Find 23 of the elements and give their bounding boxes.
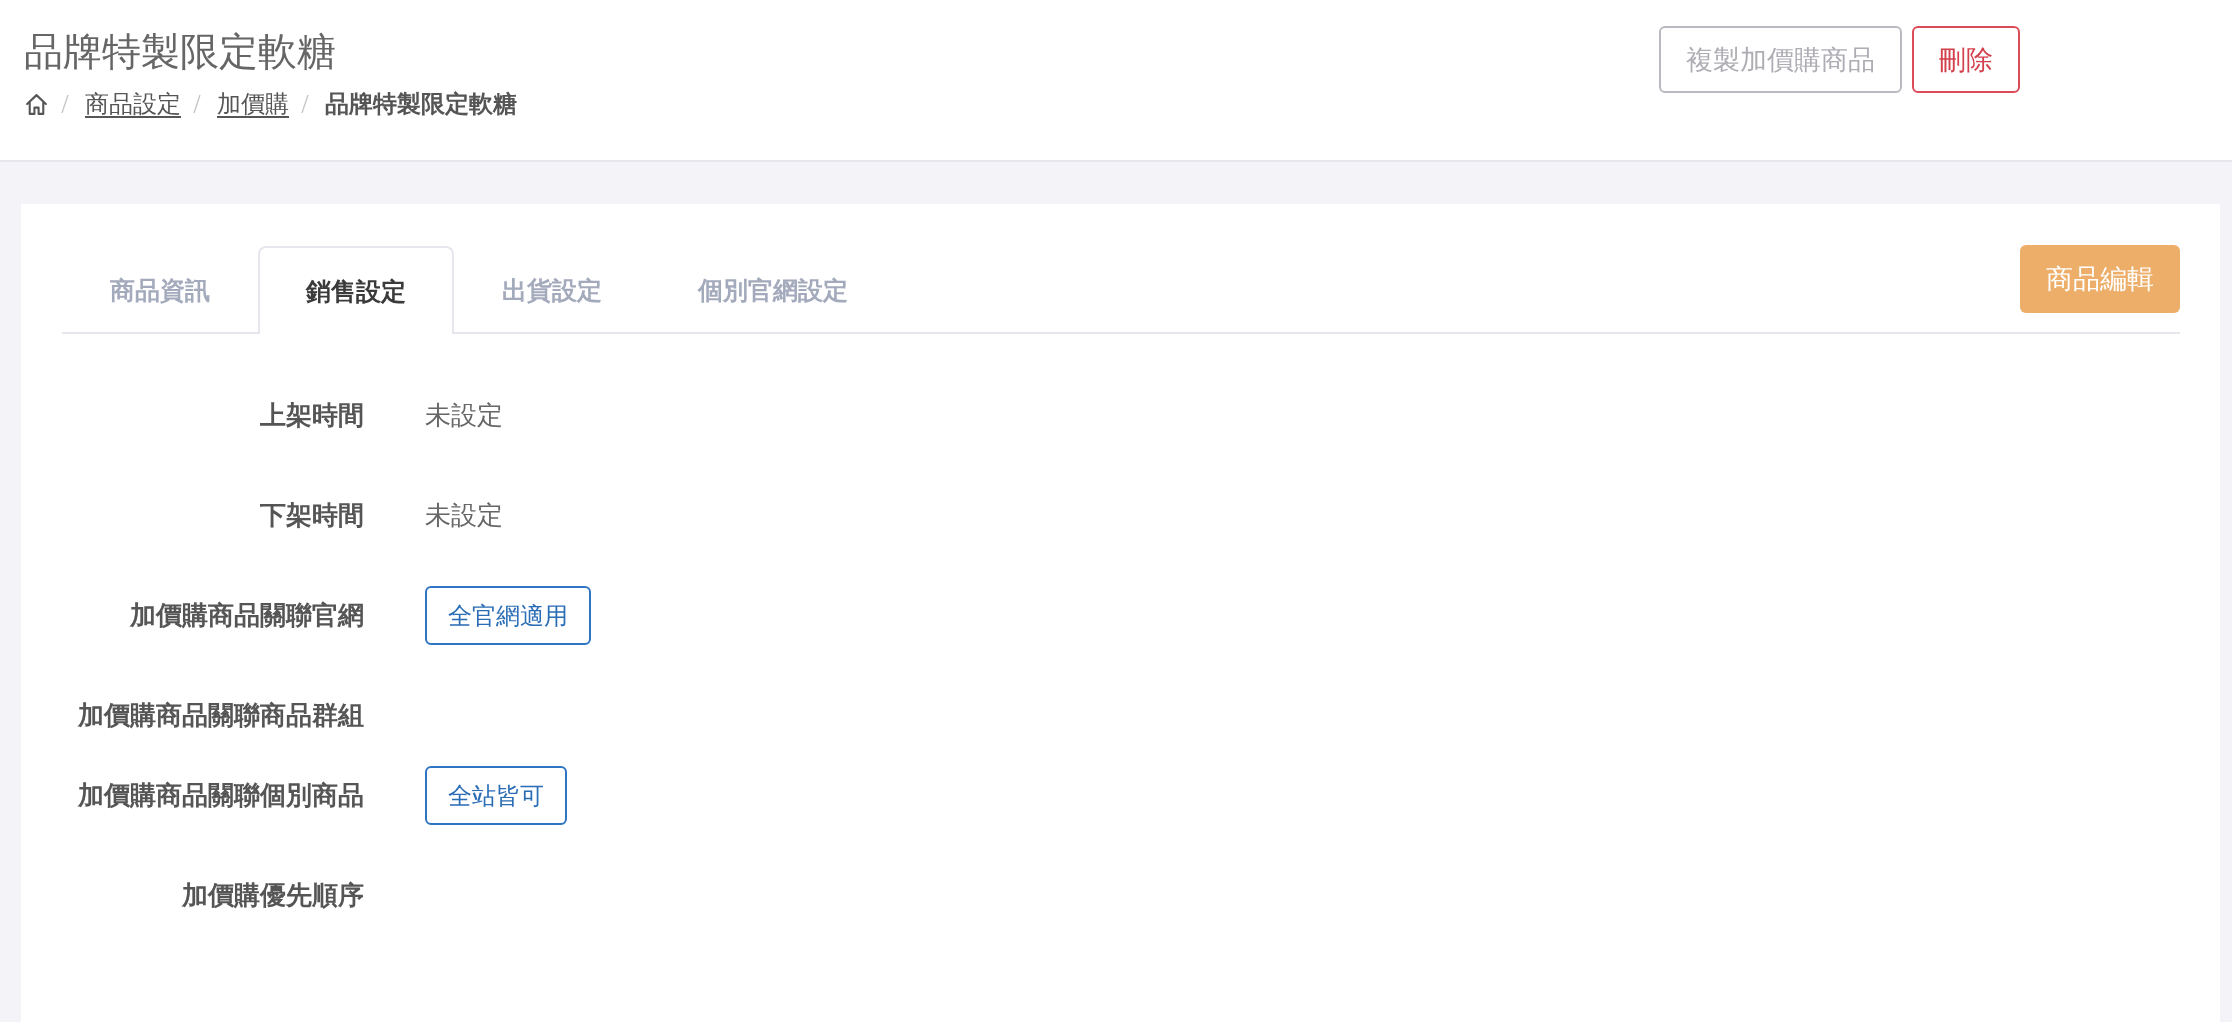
scope-button[interactable]: 全站皆可 bbox=[425, 766, 567, 825]
tab[interactable]: 個別官網設定 bbox=[650, 246, 896, 332]
tab[interactable]: 出貨設定 bbox=[454, 246, 650, 332]
breadcrumb-link[interactable]: 商品設定 bbox=[85, 87, 181, 121]
breadcrumb-separator bbox=[61, 94, 69, 114]
field-label: 下架時間 bbox=[259, 499, 364, 532]
breadcrumb-current: 品牌特製限定軟糖 bbox=[325, 89, 517, 120]
field-label: 加價購優先順序 bbox=[180, 879, 364, 912]
delete-button[interactable]: 刪除 bbox=[1912, 26, 2020, 93]
field-value: 未設定 bbox=[425, 499, 503, 532]
scope-button[interactable]: 全官網適用 bbox=[425, 586, 591, 645]
field-label: 加價購商品關聯官網 bbox=[128, 599, 364, 632]
tab[interactable]: 商品資訊 bbox=[62, 246, 258, 332]
home-icon[interactable] bbox=[24, 91, 49, 117]
field-label: 加價購商品關聯商品群組 bbox=[76, 699, 364, 732]
tab[interactable]: 銷售設定 bbox=[258, 246, 454, 334]
page-title: 品牌特製限定軟糖 bbox=[24, 28, 337, 76]
field-value: 未設定 bbox=[425, 399, 503, 432]
breadcrumb-separator bbox=[193, 94, 201, 114]
field-label: 上架時間 bbox=[259, 399, 364, 432]
breadcrumb-link[interactable]: 加價購 bbox=[217, 87, 289, 121]
breadcrumb-separator bbox=[301, 94, 309, 114]
field-label: 加價購商品關聯個別商品 bbox=[76, 779, 364, 812]
